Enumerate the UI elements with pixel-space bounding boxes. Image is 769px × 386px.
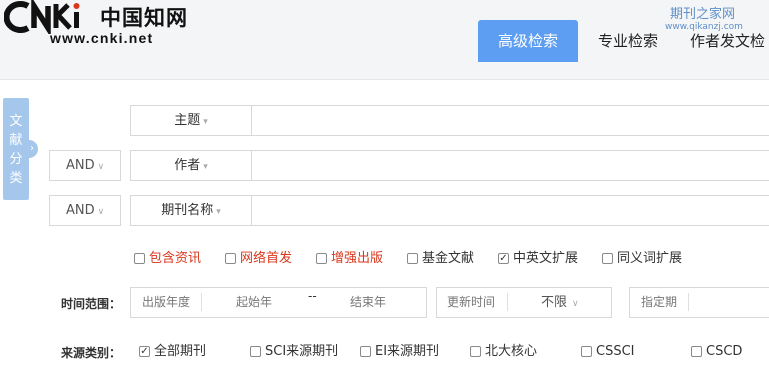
chevron-down-icon: ∨ [97, 207, 105, 217]
field-select-2[interactable]: 作者 ▾ [131, 151, 252, 180]
caret-down-icon: ▾ [216, 207, 221, 217]
option-label: 基金文献 [422, 251, 475, 266]
source-label: SCI来源期刊 [265, 344, 339, 359]
checkbox[interactable] [316, 253, 327, 264]
chevron-down-icon: ∨ [97, 162, 105, 172]
checkbox[interactable] [225, 253, 236, 264]
caret-down-icon: ▾ [203, 162, 208, 172]
bool-select-3[interactable]: AND ∨ [49, 195, 121, 226]
field-select-label: 主题 [174, 113, 201, 128]
field-select-1[interactable]: 主题 ▾ [131, 106, 252, 135]
checkbox[interactable] [407, 253, 418, 264]
bool-select-2[interactable]: AND ∨ [49, 150, 121, 181]
option-label: 包含资讯 [149, 251, 202, 266]
cnki-logo[interactable]: 中国知网 www.cnki.net [4, 0, 204, 50]
start-year-input[interactable]: 起始年 [236, 288, 272, 317]
search-input-3[interactable] [255, 199, 769, 224]
bool-select-label: AND [66, 203, 95, 218]
checkbox[interactable] [602, 253, 613, 264]
search-row-1: 主题 ▾ [130, 105, 769, 136]
tab-advanced-search[interactable]: 高级检索 [478, 20, 578, 62]
range-separator: -- [308, 289, 317, 303]
chevron-right-icon[interactable]: › [26, 140, 38, 158]
checkbox-checked[interactable]: ✓ [498, 253, 509, 264]
source-label: EI来源期刊 [375, 344, 440, 359]
tab-professional-search[interactable]: 专业检索 [588, 20, 668, 62]
search-input-2[interactable] [255, 154, 769, 179]
source-category-label: 来源类别： [61, 346, 122, 360]
search-row-3: 期刊名称 ▾ [130, 195, 769, 226]
checkbox[interactable] [134, 253, 145, 264]
source-label: 全部期刊 [154, 344, 207, 359]
option-label: 中英文扩展 [513, 251, 579, 266]
pub-year-select[interactable]: 出版年度 [142, 288, 190, 317]
update-time-label: 更新时间 [447, 295, 496, 309]
option-label: 网络首发 [240, 251, 293, 266]
field-select-3[interactable]: 期刊名称 ▾ [131, 196, 252, 225]
search-row-2: 作者 ▾ [130, 150, 769, 181]
bool-select-label: AND [66, 158, 95, 173]
header-bar: 中国知网 www.cnki.net 期刊之家网 www.qikanzj.com … [0, 0, 769, 62]
option-label: 增强出版 [331, 251, 384, 266]
checkbox[interactable] [360, 346, 371, 357]
update-time-box: 更新时间 不限 ∨ [436, 287, 612, 318]
source-label: CSCD [706, 344, 743, 359]
end-year-input[interactable]: 结束年 [350, 288, 386, 317]
literature-category-tab[interactable]: 文献分类 › [3, 98, 38, 200]
field-select-label: 期刊名称 [161, 203, 214, 218]
chevron-down-icon: ∨ [572, 299, 579, 309]
separator-line [201, 293, 202, 311]
field-select-label: 作者 [174, 158, 201, 173]
separator-line [688, 293, 689, 311]
checkbox[interactable] [581, 346, 592, 357]
logo-url: www.cnki.net [50, 30, 154, 46]
checkbox[interactable] [691, 346, 702, 357]
literature-category-label: 文献分类 [9, 114, 23, 186]
update-time-value: 不限 [541, 295, 568, 310]
period-box: 指定期 [629, 287, 769, 318]
header-divider [0, 62, 769, 80]
source-label: 北大核心 [485, 344, 538, 359]
checkbox[interactable] [470, 346, 481, 357]
period-label: 指定期 [641, 295, 678, 309]
checkbox[interactable] [250, 346, 261, 357]
tab-author-search[interactable]: 作者发文检 [690, 20, 769, 62]
search-input-1[interactable] [255, 109, 769, 134]
logo-chinese-name: 中国知网 [100, 5, 188, 30]
option-label: 同义词扩展 [617, 251, 683, 266]
source-label: CSSCI [596, 344, 635, 359]
time-range-label: 时间范围： [61, 297, 122, 311]
time-range-box: 出版年度 起始年 -- 结束年 [130, 287, 427, 318]
update-time-select[interactable]: 不限 ∨ [541, 288, 579, 319]
caret-down-icon: ▾ [203, 117, 208, 127]
checkbox-checked[interactable]: ✓ [139, 346, 150, 357]
separator-line [507, 293, 508, 311]
